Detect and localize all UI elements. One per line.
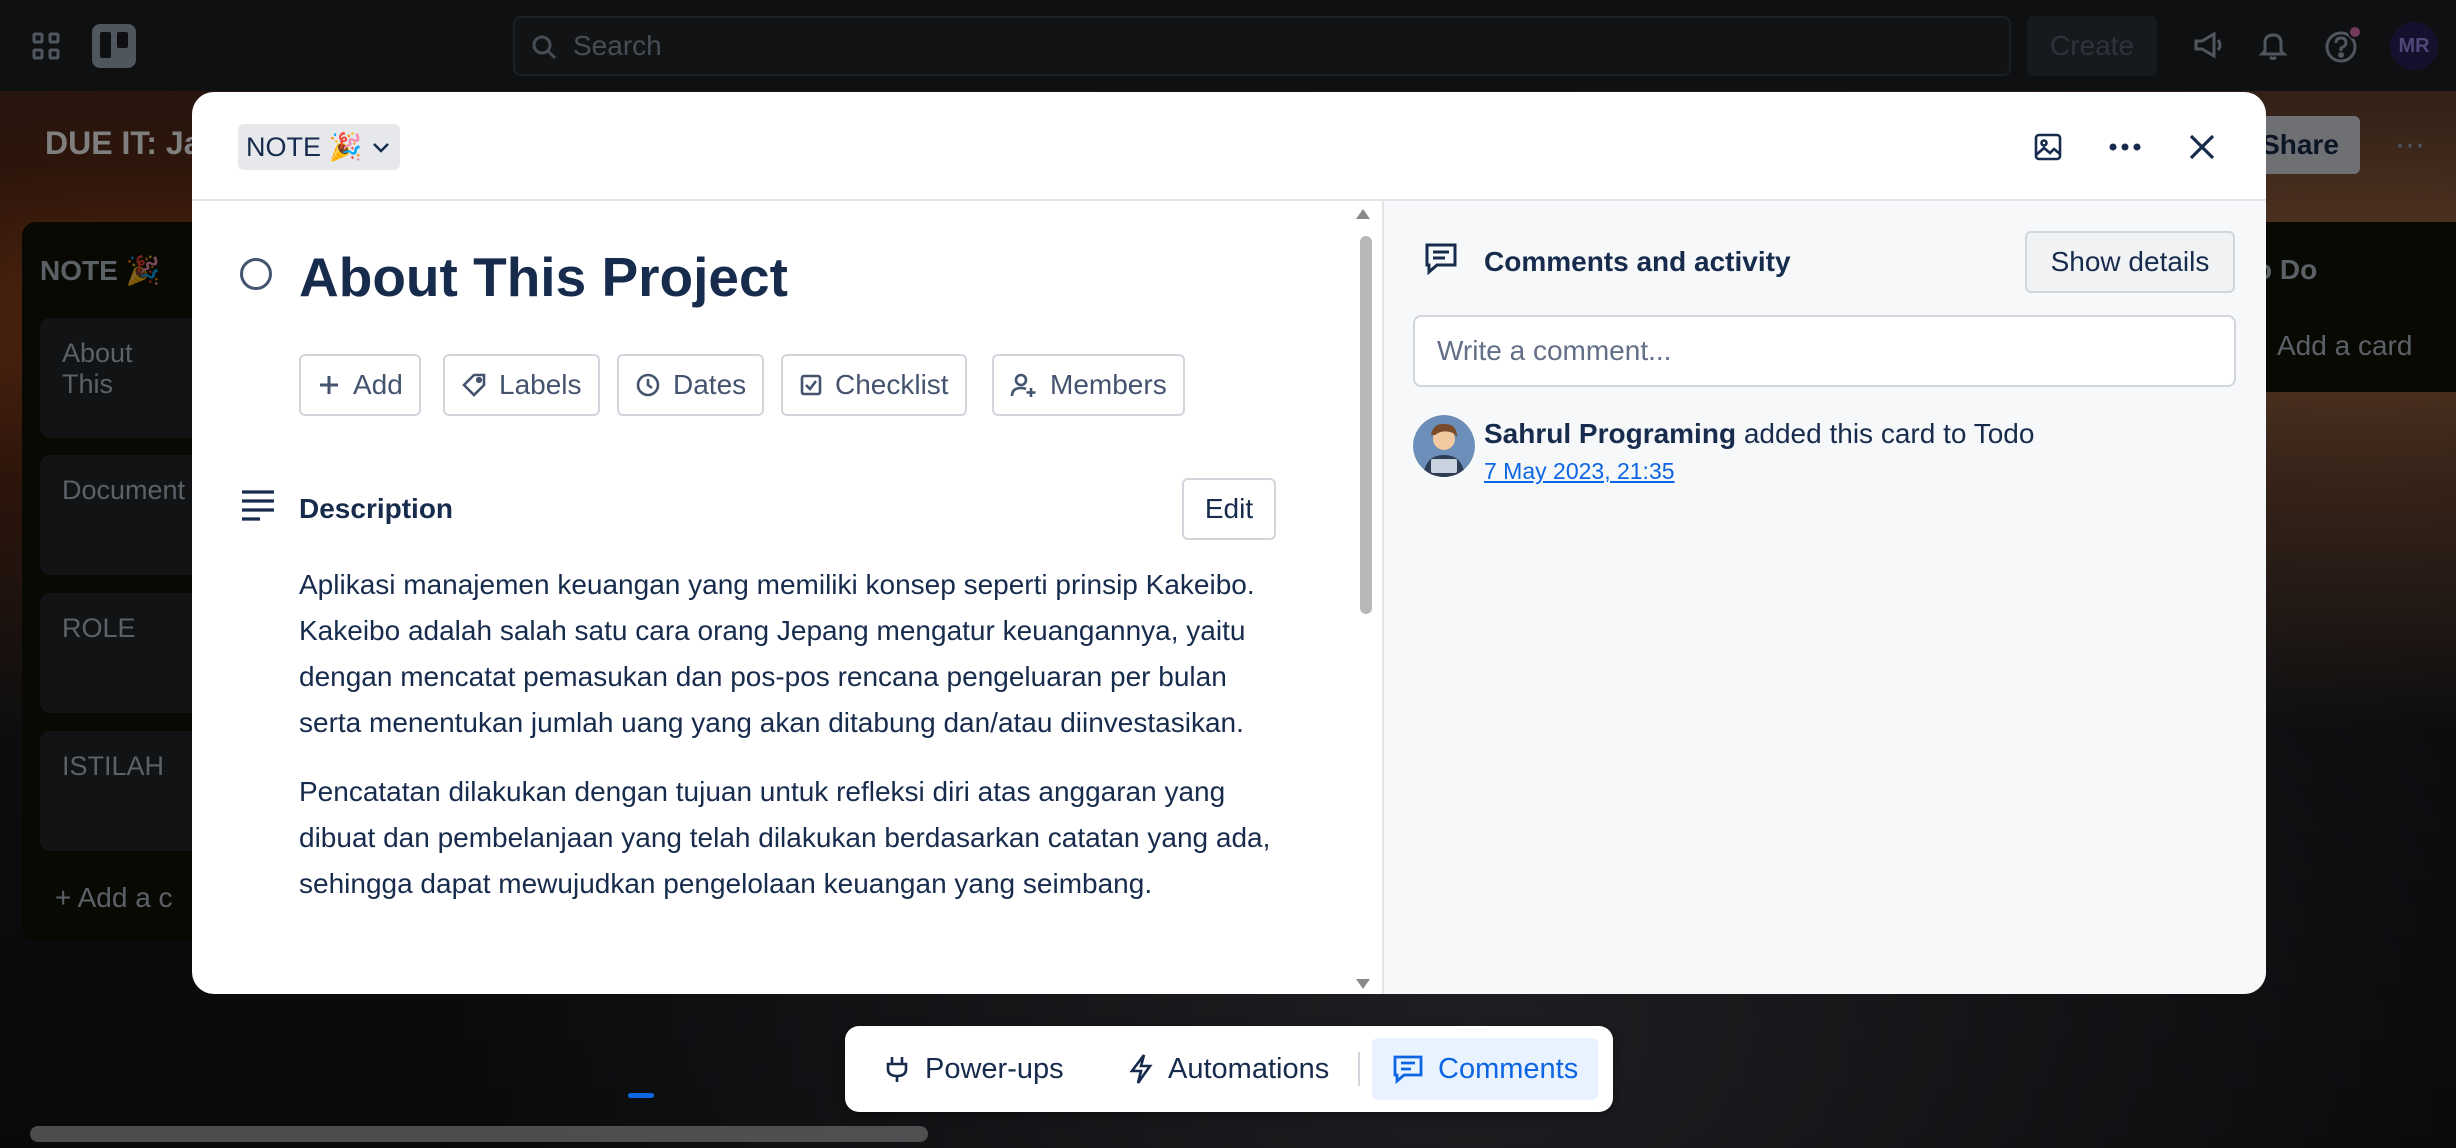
show-details-button[interactable]: Show details bbox=[2025, 231, 2235, 293]
activity-entry: Sahrul Programing added this card to Tod… bbox=[1484, 418, 2034, 450]
members-button-label: Members bbox=[1050, 369, 1167, 400]
activity-action: added this card to Todo bbox=[1736, 418, 2035, 449]
members-button[interactable]: Members bbox=[992, 354, 1185, 416]
list-selector-label: NOTE 🎉 bbox=[246, 132, 363, 162]
add-member-icon bbox=[1010, 373, 1036, 397]
edit-description-button[interactable]: Edit bbox=[1182, 478, 1276, 540]
lightning-icon bbox=[1129, 1054, 1153, 1084]
avatar[interactable] bbox=[1413, 415, 1475, 477]
add-button-label: Add bbox=[353, 369, 403, 400]
comment-placeholder: Write a comment... bbox=[1437, 335, 1672, 366]
checklist-button-label: Checklist bbox=[835, 369, 949, 400]
card-title[interactable]: About This Project bbox=[299, 245, 788, 309]
close-icon[interactable] bbox=[2175, 120, 2229, 174]
clock-icon bbox=[636, 373, 660, 397]
description-paragraph: Pencatatan dilakukan dengan tujuan untuk… bbox=[299, 776, 1271, 899]
active-tab-indicator bbox=[628, 1093, 654, 1098]
comments-button[interactable]: Comments bbox=[1372, 1038, 1599, 1100]
add-button[interactable]: Add bbox=[299, 354, 421, 416]
comments-heading: Comments and activity bbox=[1484, 246, 1791, 277]
comment-input[interactable]: Write a comment... bbox=[1413, 315, 2236, 387]
chevron-down-icon bbox=[373, 143, 390, 153]
description-paragraph: Aplikasi manajemen keuangan yang memilik… bbox=[299, 569, 1255, 738]
labels-button-label: Labels bbox=[499, 369, 582, 400]
checkbox-icon bbox=[800, 374, 822, 396]
scrollbar-thumb[interactable] bbox=[1360, 236, 1372, 614]
powerups-label: Power-ups bbox=[925, 1052, 1064, 1085]
list-selector[interactable]: NOTE 🎉 bbox=[238, 124, 401, 170]
more-options-icon[interactable] bbox=[2098, 120, 2152, 174]
complete-checkbox[interactable] bbox=[240, 258, 272, 290]
tag-icon bbox=[462, 373, 486, 397]
dates-button-label: Dates bbox=[673, 369, 747, 400]
powerups-button[interactable]: Power-ups bbox=[863, 1038, 1084, 1100]
bottom-toolbar: Power-ups Automations Comments bbox=[845, 1026, 1613, 1112]
activity-user[interactable]: Sahrul Programing bbox=[1484, 418, 1736, 449]
automations-label: Automations bbox=[1168, 1052, 1330, 1085]
modal-header: NOTE 🎉 bbox=[192, 92, 2266, 201]
toolbar-divider bbox=[1358, 1052, 1360, 1086]
comments-label: Comments bbox=[1438, 1052, 1579, 1085]
cover-image-icon[interactable] bbox=[2021, 120, 2075, 174]
automations-button[interactable]: Automations bbox=[1108, 1038, 1349, 1100]
activity-date-link[interactable]: 7 May 2023, 21:35 bbox=[1484, 458, 1675, 485]
dates-button[interactable]: Dates bbox=[617, 354, 765, 416]
comments-icon bbox=[1423, 241, 1459, 276]
description-heading: Description bbox=[299, 493, 454, 524]
comments-icon bbox=[1393, 1055, 1423, 1084]
plug-icon bbox=[886, 1057, 908, 1082]
description-icon bbox=[240, 488, 276, 522]
horizontal-scrollbar[interactable] bbox=[30, 1126, 928, 1142]
labels-button[interactable]: Labels bbox=[443, 354, 600, 416]
plus-icon bbox=[320, 376, 338, 394]
checklist-button[interactable]: Checklist bbox=[781, 354, 967, 416]
